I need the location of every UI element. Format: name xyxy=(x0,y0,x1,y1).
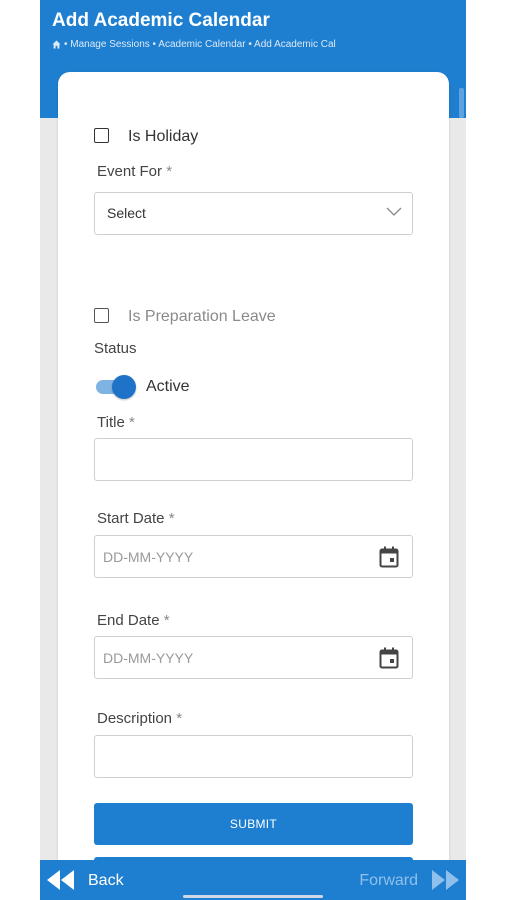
double-arrow-left-icon[interactable] xyxy=(45,869,75,891)
forward-button[interactable]: Forward xyxy=(359,872,418,890)
status-value: Active xyxy=(146,378,190,395)
breadcrumb: • Manage Sessions • Academic Calendar • … xyxy=(52,39,336,50)
description-input[interactable] xyxy=(94,735,413,778)
event-for-select[interactable]: Select xyxy=(94,192,413,235)
calendar-icon[interactable] xyxy=(379,647,399,669)
status-toggle[interactable] xyxy=(94,375,138,399)
is-preparation-leave-checkbox[interactable] xyxy=(94,308,109,323)
double-arrow-right-icon[interactable] xyxy=(431,869,461,891)
start-date-input[interactable] xyxy=(94,535,413,578)
app-screen: Add Academic Calendar • Manage Sessions … xyxy=(40,0,466,900)
form-card: Is Holiday Event For * Select Is Prepara… xyxy=(58,72,449,877)
back-button[interactable]: Back xyxy=(88,872,124,890)
chevron-down-icon xyxy=(386,207,402,216)
title-label: Title * xyxy=(97,414,135,431)
is-holiday-checkbox[interactable] xyxy=(94,128,109,143)
title-input[interactable] xyxy=(94,438,413,481)
calendar-icon[interactable] xyxy=(379,546,399,568)
end-date-label: End Date * xyxy=(97,612,170,629)
breadcrumb-trail[interactable]: • Manage Sessions • Academic Calendar • … xyxy=(64,39,336,50)
home-icon[interactable] xyxy=(52,40,61,49)
submit-button[interactable]: SUBMIT xyxy=(94,803,413,845)
home-indicator xyxy=(183,895,323,898)
is-holiday-label: Is Holiday xyxy=(128,128,199,145)
description-label: Description * xyxy=(97,710,183,727)
status-label: Status xyxy=(94,340,137,357)
is-preparation-leave-label: Is Preparation Leave xyxy=(128,308,276,325)
start-date-label: Start Date * xyxy=(97,510,175,527)
end-date-input[interactable] xyxy=(94,636,413,679)
scrollbar[interactable] xyxy=(459,88,464,118)
toggle-knob xyxy=(112,375,136,399)
page-title: Add Academic Calendar xyxy=(52,10,270,31)
event-for-value: Select xyxy=(107,205,146,221)
bottom-nav-bar: Back Forward xyxy=(40,860,466,900)
event-for-label: Event For * xyxy=(97,163,173,180)
